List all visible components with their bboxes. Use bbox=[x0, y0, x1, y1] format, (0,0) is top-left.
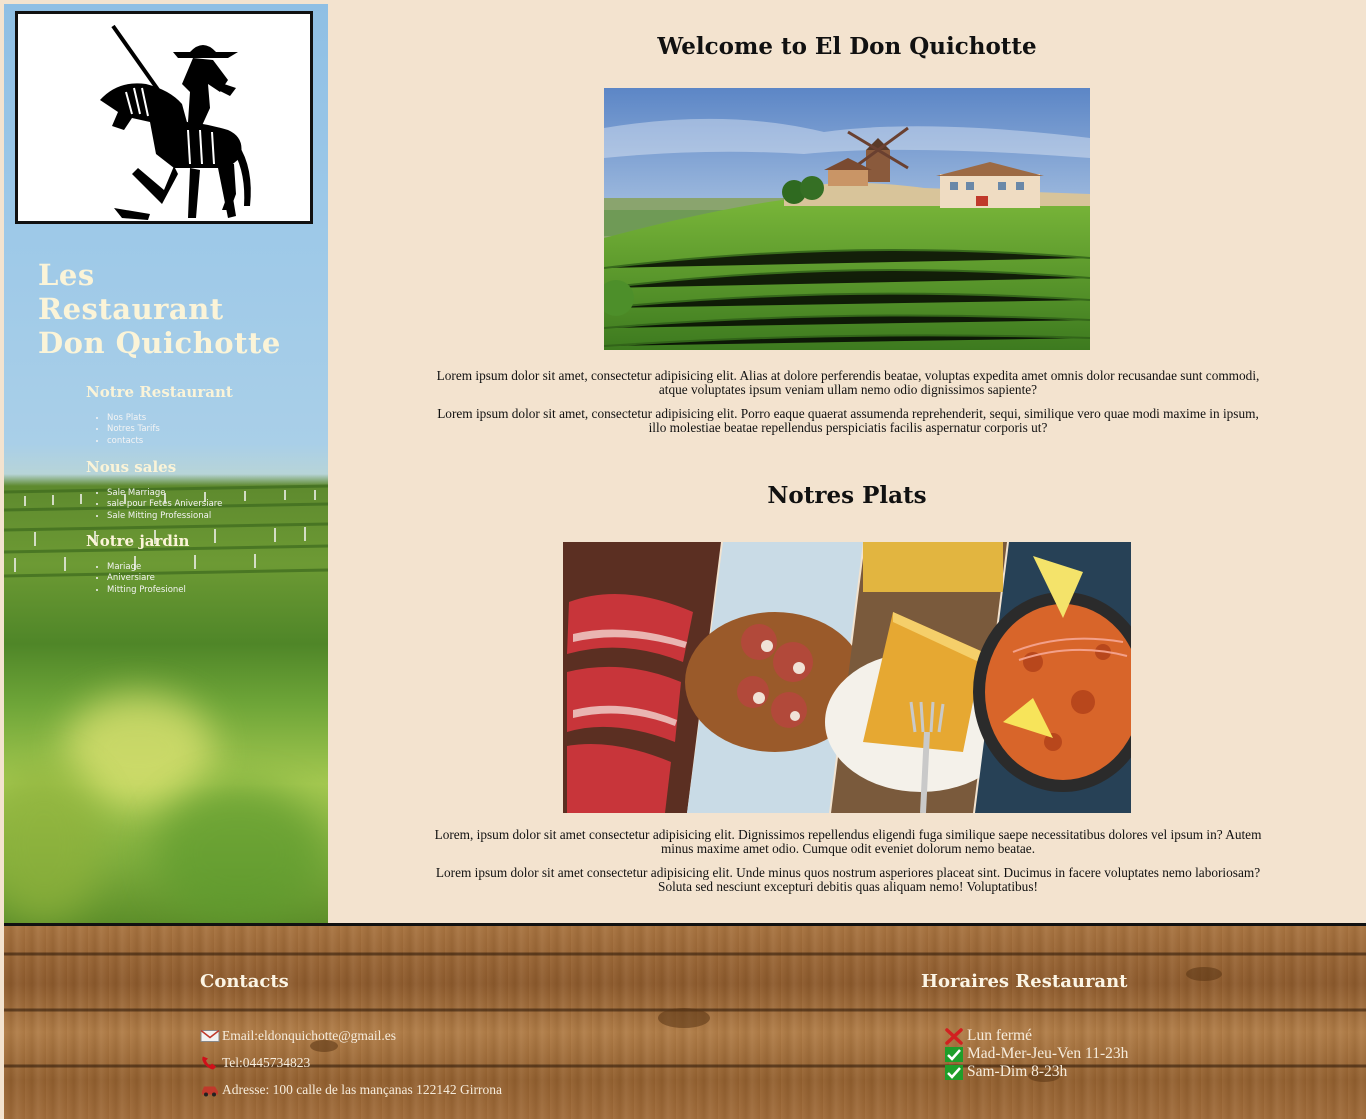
phone-icon bbox=[202, 1056, 216, 1070]
sidebar: Les Restaurant Don Quichotte Notre Resta… bbox=[4, 4, 328, 923]
nav-item-contacts[interactable]: contacts bbox=[107, 436, 316, 447]
contact-email-text: Email:eldonquichotte@gmail.es bbox=[222, 1027, 397, 1043]
nav-item-sale-mitting[interactable]: Sale Mitting Professional bbox=[107, 511, 316, 522]
welcome-paragraph-2: Lorem ipsum dolor sit amet, consectetur … bbox=[437, 406, 1259, 435]
plats-paragraph-1: Lorem, ipsum dolor sit amet consectetur … bbox=[434, 827, 1262, 856]
mail-icon bbox=[200, 1029, 220, 1042]
nav-section-sales: Nous sales Sale Marriage sale pour Fetes… bbox=[86, 458, 316, 522]
nav-item-mitting[interactable]: Mitting Profesionel bbox=[107, 585, 316, 596]
plats-paragraph-2: Lorem ipsum dolor sit amet consectetur a… bbox=[435, 865, 1261, 894]
restaurant-brand-title: Les Restaurant Don Quichotte bbox=[38, 258, 318, 360]
contact-address[interactable]: Adresse: 100 calle de las mançanas 12214… bbox=[200, 1081, 502, 1098]
nav-heading-jardin: Notre jardin bbox=[86, 532, 190, 550]
open-check-icon bbox=[945, 1064, 963, 1080]
contact-phone-text: Tel:0445734823 bbox=[222, 1054, 311, 1070]
welcome-paragraph-1: Lorem ipsum dolor sit amet, consectetur … bbox=[436, 368, 1260, 397]
brand-line-3: Don Quichotte bbox=[38, 326, 281, 360]
car-icon bbox=[202, 1086, 218, 1097]
nav-section-restaurant: Notre Restaurant Nos Plats Notres Tarifs… bbox=[86, 383, 316, 447]
logo[interactable] bbox=[15, 11, 313, 224]
footer: Contacts Email:eldonquichotte@gmail.es T… bbox=[4, 923, 1366, 1119]
nav-list-jardin: Mariage Aniversiare Mitting Profesionel bbox=[107, 562, 316, 596]
hours-weekend-text: Sam-Dim 8-23h bbox=[967, 1063, 1068, 1080]
brand-line-1: Les bbox=[38, 258, 95, 292]
nav-list-sales: Sale Marriage sale pour Fetes Aniversiar… bbox=[107, 488, 316, 522]
hours-weekdays: Mad-Mer-Jeu-Ven 11-23h bbox=[944, 1045, 1128, 1063]
main-content: Welcome to El Don Quichotte Lorem ipsum … bbox=[328, 0, 1366, 923]
nav-heading-sales: Nous sales bbox=[86, 458, 177, 476]
welcome-title: Welcome to El Don Quichotte bbox=[657, 33, 1037, 60]
spanish-dishes-collage-image bbox=[563, 542, 1131, 813]
nav-list-restaurant: Nos Plats Notres Tarifs contacts bbox=[107, 413, 316, 447]
contacts-heading: Contacts bbox=[200, 971, 289, 992]
hours-weekend: Sam-Dim 8-23h bbox=[944, 1063, 1067, 1081]
hours-heading: Horaires Restaurant bbox=[921, 971, 1128, 992]
open-check-icon bbox=[945, 1046, 963, 1062]
nav-section-jardin: Notre jardin Mariage Aniversiare Mitting… bbox=[86, 532, 316, 596]
nav-heading-restaurant: Notre Restaurant bbox=[86, 383, 233, 401]
hours-monday-text: Lun fermé bbox=[967, 1027, 1032, 1044]
nav-item-sale-marriage[interactable]: Sale Marriage bbox=[107, 488, 316, 499]
don-quixote-logo-icon bbox=[100, 24, 251, 220]
windmill-vineyard-image bbox=[604, 88, 1090, 350]
hours-monday: Lun fermé bbox=[944, 1027, 1032, 1045]
plats-title: Notres Plats bbox=[767, 482, 927, 509]
nav-item-sale-fetes[interactable]: sale pour Fetes Aniversiare bbox=[107, 499, 316, 510]
contact-email[interactable]: Email:eldonquichotte@gmail.es bbox=[200, 1027, 396, 1044]
hours-weekdays-text: Mad-Mer-Jeu-Ven 11-23h bbox=[967, 1045, 1129, 1062]
nav-item-aniversiare[interactable]: Aniversiare bbox=[107, 573, 316, 584]
brand-line-2: Restaurant bbox=[38, 292, 224, 326]
contact-address-text: Adresse: 100 calle de las mançanas 12214… bbox=[222, 1081, 503, 1097]
nav-item-nos-plats[interactable]: Nos Plats bbox=[107, 413, 316, 424]
nav-item-tarifs[interactable]: Notres Tarifs bbox=[107, 424, 316, 435]
contact-phone[interactable]: Tel:0445734823 bbox=[200, 1054, 310, 1071]
closed-cross-icon bbox=[945, 1027, 963, 1045]
nav-item-mariage[interactable]: Mariage bbox=[107, 562, 316, 573]
